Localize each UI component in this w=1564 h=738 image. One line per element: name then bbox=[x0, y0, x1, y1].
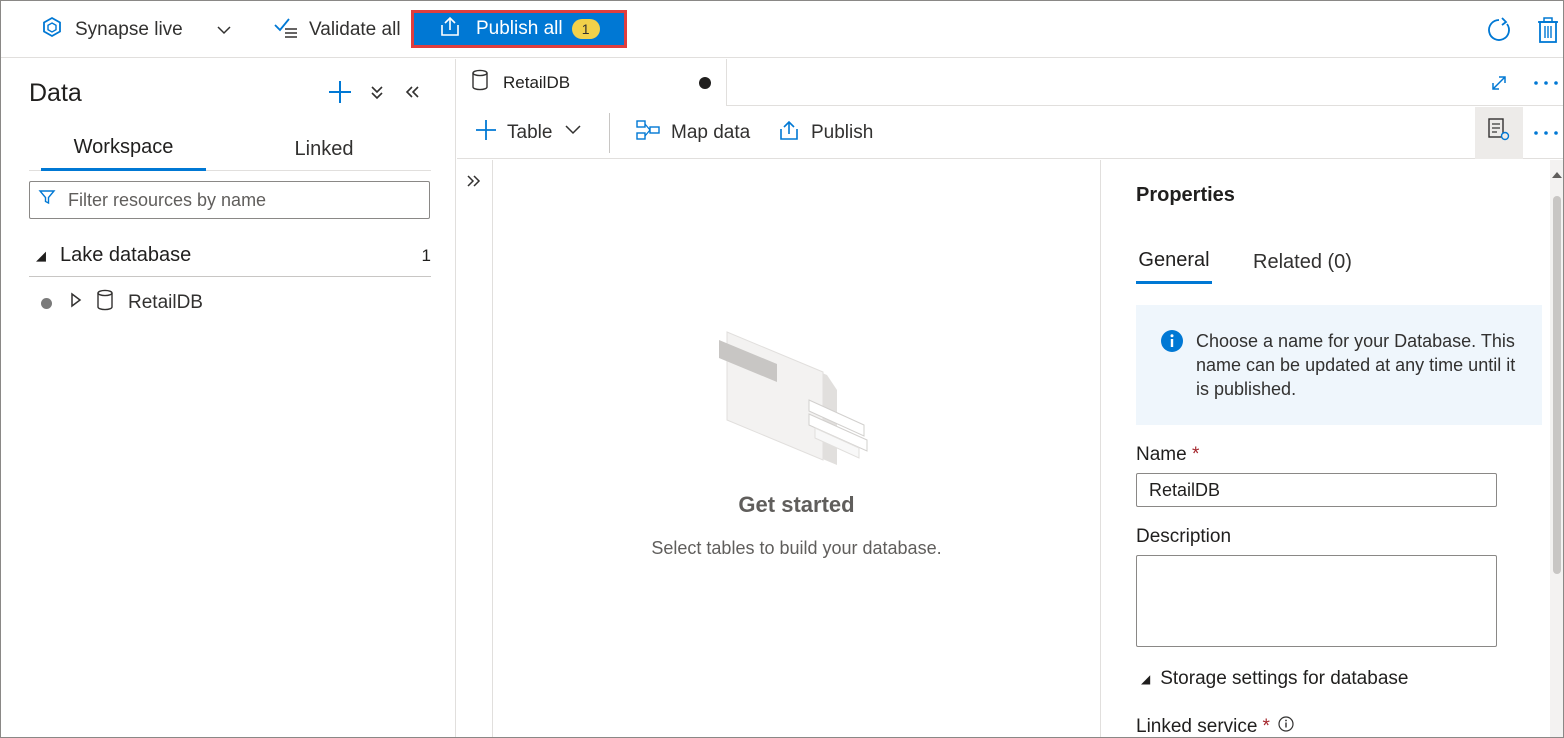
unsaved-indicator-icon bbox=[699, 76, 711, 89]
properties-title: Properties bbox=[1136, 184, 1235, 206]
design-canvas: Get started Select tables to build your … bbox=[457, 160, 1100, 737]
database-icon bbox=[471, 69, 489, 97]
table-label: Table bbox=[507, 122, 553, 143]
properties-panel: Properties General Related (0) Choose a … bbox=[1100, 160, 1563, 737]
tab-workspace[interactable]: Workspace bbox=[41, 127, 206, 171]
get-started-illustration bbox=[719, 320, 879, 476]
description-field-label: Description bbox=[1136, 526, 1232, 547]
empty-state-title: Get started bbox=[738, 492, 855, 517]
tree-item-retaildb[interactable]: RetailDB bbox=[29, 283, 431, 323]
chevron-down-icon bbox=[564, 121, 582, 145]
filter-icon bbox=[38, 188, 56, 212]
filter-box bbox=[29, 181, 430, 219]
storage-settings-label: Storage settings for database bbox=[1160, 668, 1409, 689]
name-input[interactable] bbox=[1136, 473, 1497, 507]
expand-caret-icon[interactable] bbox=[70, 292, 82, 314]
document-tab-retaildb[interactable]: RetailDB bbox=[457, 59, 727, 106]
storage-settings-section[interactable]: ◢ Storage settings for database bbox=[1141, 668, 1408, 690]
pending-changes-badge: 1 bbox=[571, 19, 600, 39]
synapse-live-dropdown[interactable]: Synapse live bbox=[41, 1, 183, 58]
info-text: Choose a name for your Database. This na… bbox=[1196, 331, 1516, 399]
description-input[interactable] bbox=[1136, 555, 1497, 647]
tab-linked[interactable]: Linked bbox=[259, 127, 389, 171]
info-outline-icon[interactable] bbox=[1278, 716, 1294, 737]
tree-item-label: RetailDB bbox=[128, 292, 203, 313]
properties-toggle-button[interactable] bbox=[1475, 107, 1523, 159]
scroll-up-arrow-icon[interactable] bbox=[1552, 172, 1562, 178]
chevron-down-icon[interactable] bbox=[215, 1, 233, 58]
section-label: Lake database bbox=[60, 244, 192, 266]
publish-button[interactable]: Publish bbox=[777, 107, 873, 159]
map-data-icon bbox=[635, 119, 661, 147]
upload-icon bbox=[777, 118, 801, 148]
filter-input[interactable] bbox=[68, 189, 408, 211]
document-tab-label: RetailDB bbox=[503, 72, 571, 92]
add-icon bbox=[475, 119, 497, 147]
app-window: Synapse live Validate all Publish all 1 … bbox=[0, 0, 1564, 738]
data-tabs: Workspace Linked bbox=[29, 127, 431, 171]
editor-toolbar: Table Map data Publish bbox=[457, 107, 1563, 159]
data-explorer-panel: Data Workspace Linked ◢ Lake database 1 bbox=[1, 59, 456, 737]
collapsed-side-pane bbox=[457, 160, 493, 737]
collapse-all-icon[interactable] bbox=[364, 79, 390, 105]
refresh-icon[interactable] bbox=[1485, 1, 1513, 58]
map-data-button[interactable]: Map data bbox=[635, 107, 750, 159]
synapse-icon bbox=[41, 16, 63, 44]
linked-service-label: Linked service bbox=[1136, 716, 1258, 737]
expanded-triangle-icon: ◢ bbox=[1141, 672, 1151, 686]
add-table-dropdown[interactable]: Table bbox=[475, 107, 582, 159]
properties-icon bbox=[1486, 117, 1512, 149]
empty-state-subtitle: Select tables to build your database. bbox=[651, 538, 942, 558]
validate-all-button[interactable]: Validate all bbox=[273, 1, 401, 58]
unsaved-dot-icon bbox=[41, 297, 52, 309]
top-toolbar: Synapse live Validate all Publish all 1 bbox=[1, 1, 1563, 58]
publish-all-button[interactable]: Publish all 1 bbox=[411, 10, 627, 48]
section-count: 1 bbox=[421, 245, 431, 265]
tab-related[interactable]: Related (0) bbox=[1253, 240, 1352, 284]
database-icon bbox=[96, 289, 114, 317]
publish-all-label: Publish all bbox=[476, 18, 563, 39]
tab-general[interactable]: General bbox=[1136, 240, 1212, 284]
validate-all-label: Validate all bbox=[309, 18, 401, 40]
maximize-icon[interactable] bbox=[1487, 71, 1511, 95]
map-data-label: Map data bbox=[671, 122, 751, 143]
publish-label: Publish bbox=[811, 122, 874, 143]
add-icon[interactable] bbox=[327, 79, 353, 105]
toolbar-more-icon[interactable] bbox=[1533, 107, 1559, 159]
expand-pane-icon[interactable] bbox=[465, 172, 483, 196]
linked-service-field-label: Linked service * bbox=[1136, 716, 1294, 737]
toolbar-divider bbox=[609, 113, 610, 153]
editor-area: RetailDB Table Map data Publish Get star… bbox=[457, 59, 1563, 737]
properties-scrollbar[interactable] bbox=[1550, 160, 1563, 737]
required-marker: * bbox=[1191, 444, 1200, 465]
collapse-panel-icon[interactable] bbox=[399, 79, 425, 105]
synapse-live-label: Synapse live bbox=[75, 18, 183, 40]
expanded-triangle-icon: ◢ bbox=[36, 247, 46, 263]
name-field-label: Name * bbox=[1136, 444, 1199, 466]
info-icon bbox=[1160, 329, 1184, 425]
info-message: Choose a name for your Database. This na… bbox=[1136, 305, 1542, 425]
required-marker: * bbox=[1262, 716, 1270, 737]
divider bbox=[727, 105, 1563, 106]
upload-icon bbox=[438, 14, 462, 44]
discard-all-icon[interactable] bbox=[1535, 1, 1561, 58]
validate-icon bbox=[273, 15, 299, 45]
scroll-thumb[interactable] bbox=[1553, 196, 1561, 574]
panel-title: Data bbox=[29, 79, 82, 107]
lake-database-section[interactable]: ◢ Lake database 1 bbox=[29, 235, 431, 277]
name-label-text: Name bbox=[1136, 444, 1187, 465]
more-options-icon[interactable] bbox=[1531, 71, 1561, 95]
